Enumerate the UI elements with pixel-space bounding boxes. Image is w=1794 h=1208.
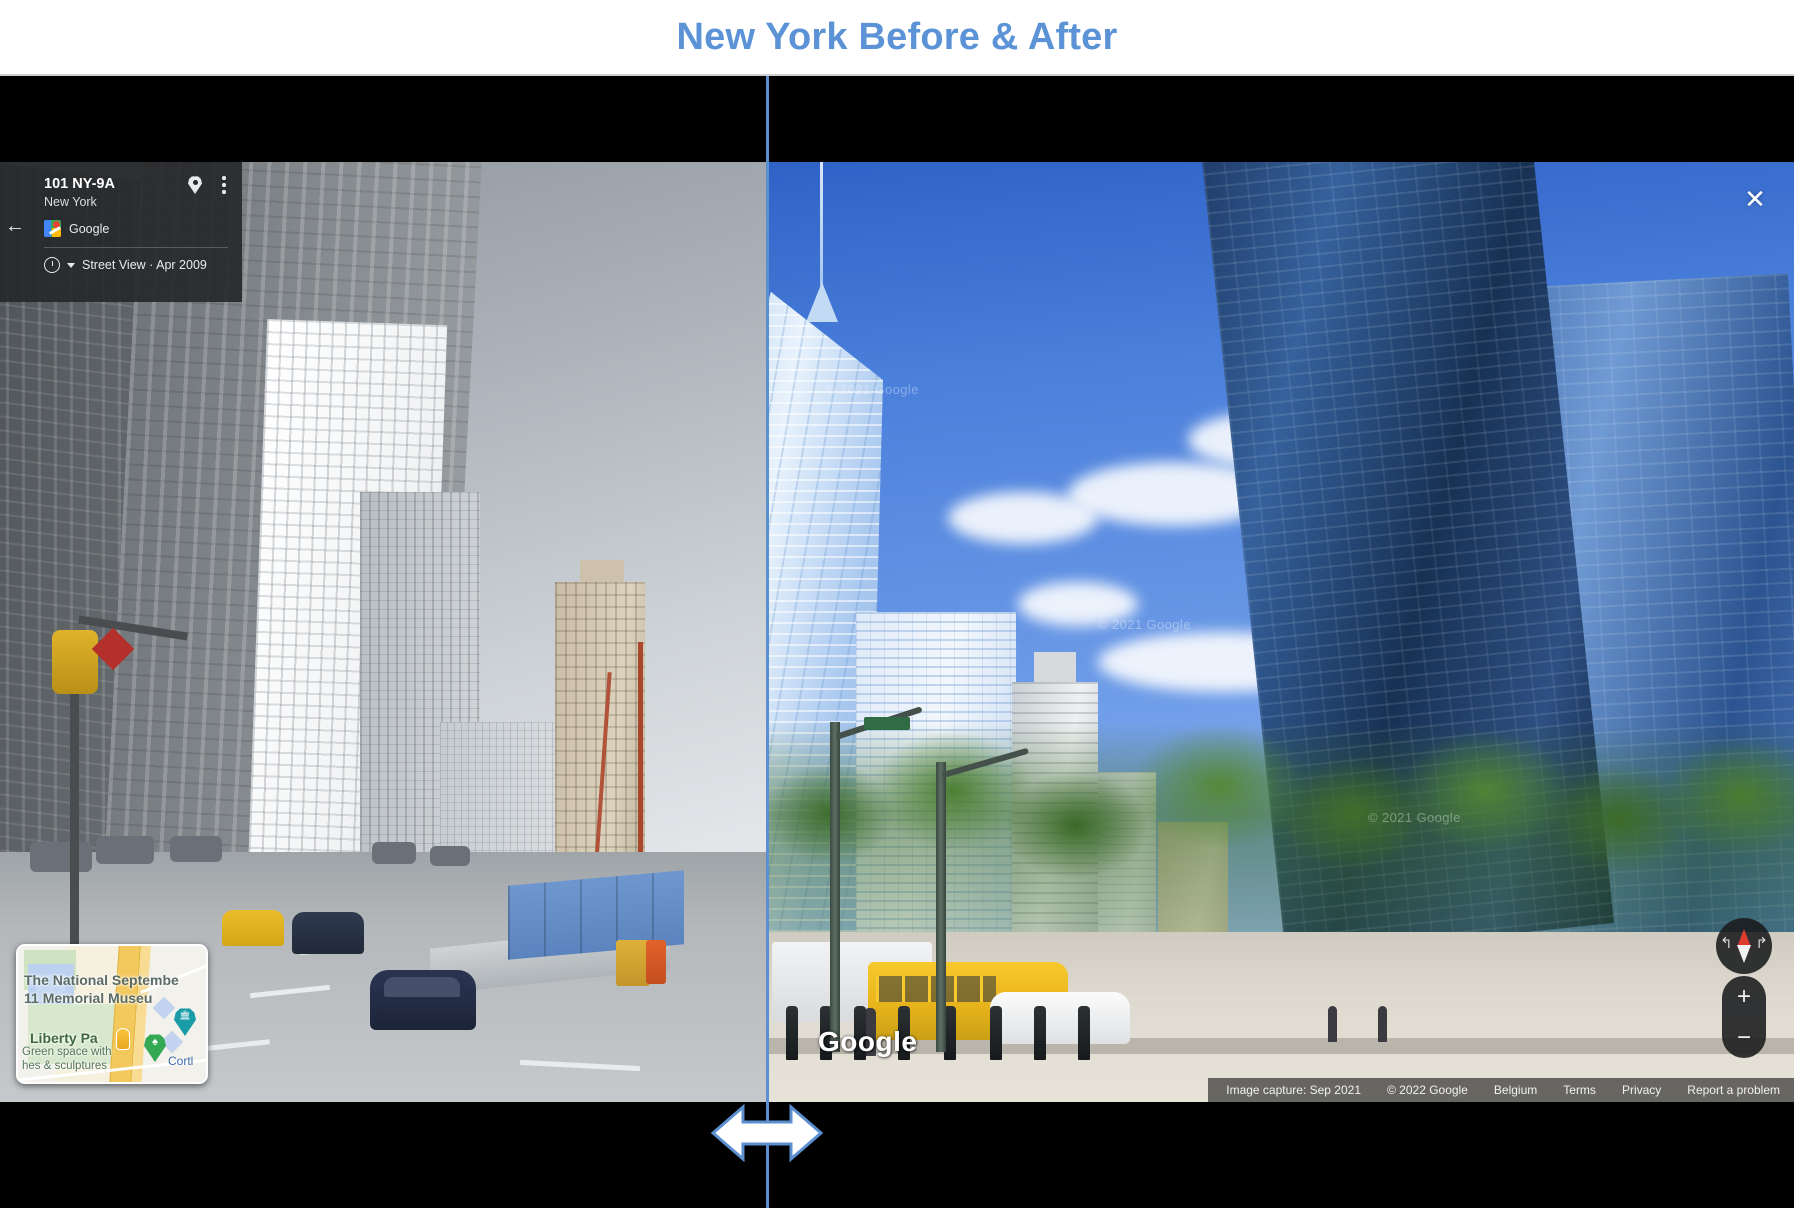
tree-line (768, 722, 1794, 952)
attribution-row: Google (44, 220, 228, 237)
chevron-down-icon[interactable] (67, 262, 75, 268)
google-watermark: Google (818, 1026, 918, 1057)
map-label-liberty-park: Liberty Pa (30, 1030, 98, 1046)
attribution-label: Google (69, 221, 110, 236)
street-name-sign (864, 717, 910, 730)
bollard (1078, 1006, 1090, 1060)
rotate-right-arrow-icon[interactable]: ↱ (1755, 936, 1768, 951)
compass-needle-south (1737, 945, 1751, 963)
rotate-left-arrow-icon[interactable]: ↰ (1720, 936, 1733, 951)
distant-car (372, 842, 416, 864)
pedestrian (1378, 1006, 1387, 1042)
zoom-in-button[interactable]: + (1722, 976, 1766, 1017)
traffic-light (52, 630, 98, 694)
kebab-menu-icon[interactable] (222, 176, 226, 197)
privacy-link[interactable]: Privacy (1622, 1083, 1661, 1097)
bollard (990, 1006, 1002, 1060)
zoom-out-button[interactable]: − (1722, 1017, 1766, 1058)
close-x-icon[interactable]: ✕ (1740, 184, 1770, 214)
yellow-taxi (222, 910, 284, 946)
street-lamp-post (936, 762, 946, 1052)
orange-traffic-drum (646, 940, 666, 984)
compass-icon[interactable]: ↰ ↱ (1716, 918, 1772, 974)
bollard (1034, 1006, 1046, 1060)
location-city: New York (44, 195, 97, 209)
clock-history-icon (44, 257, 60, 273)
copyright-label: © 2022 Google (1387, 1083, 1468, 1097)
street-view-info-card[interactable]: 101 NY-9A New York Google Street View · … (30, 162, 242, 302)
sky-copyright-watermark: © 2021 Google (826, 382, 919, 397)
navy-sedan-near (370, 970, 476, 1030)
sky-copyright-watermark: © 2021 Google (1368, 810, 1461, 825)
after-image-pane[interactable]: © 2021 Google © 2021 Google © 2021 Googl… (768, 76, 1794, 1208)
double-arrow-horizontal-icon (710, 1103, 824, 1163)
capture-date-row[interactable]: Street View · Apr 2009 (44, 257, 228, 273)
map-label-park-description: Green space with hes & sculptures (22, 1046, 112, 1072)
attribution-bar[interactable]: Image capture: Sep 2021 © 2022 Google Be… (1208, 1078, 1794, 1102)
parked-car (96, 836, 154, 864)
map-label-street-name: Cortl (168, 1054, 194, 1068)
terms-link[interactable]: Terms (1563, 1083, 1596, 1097)
before-image-pane[interactable]: ← 101 NY-9A New York Google Street View … (0, 76, 766, 1208)
mini-map[interactable]: The National Septembe 11 Memorial Museu … (16, 944, 208, 1084)
bollard (786, 1006, 798, 1060)
comparison-divider[interactable] (766, 76, 769, 1208)
back-arrow-icon[interactable]: ← (3, 214, 27, 238)
sky-copyright-watermark: © 2021 Google (1098, 617, 1191, 632)
google-maps-logo-icon (44, 220, 61, 237)
map-label-memorial-museum: The National Septembe 11 Memorial Museu (24, 972, 179, 1006)
zoom-controls[interactable]: + − (1722, 976, 1766, 1058)
yellow-construction-drum (616, 940, 650, 986)
before-after-comparison-stage[interactable]: ← 101 NY-9A New York Google Street View … (0, 76, 1794, 1208)
lane-marking (249, 984, 331, 999)
building-cap (1034, 652, 1076, 686)
lane-marking (519, 1059, 641, 1072)
report-problem-link[interactable]: Report a problem (1687, 1083, 1780, 1097)
page-title: New York Before & After (676, 15, 1118, 58)
one-wtc-spire-base (806, 282, 838, 322)
distant-car (430, 846, 470, 866)
street-view-photo-2009[interactable]: ← 101 NY-9A New York Google Street View … (0, 162, 766, 1102)
navy-sedan-far (292, 912, 364, 954)
white-sedan (990, 992, 1130, 1044)
street-view-photo-2021[interactable]: © 2021 Google © 2021 Google © 2021 Googl… (768, 162, 1794, 1102)
image-capture-label: Image capture: Sep 2021 (1226, 1083, 1361, 1097)
pedestrian (1328, 1006, 1337, 1042)
curb (768, 1038, 1794, 1054)
comparison-slider-handle[interactable] (709, 1100, 825, 1166)
capture-date-label: Street View · Apr 2009 (82, 258, 207, 272)
parked-car (170, 836, 222, 862)
page-header: New York Before & After (0, 0, 1794, 76)
street-lamp-post (830, 722, 840, 1052)
card-divider (44, 247, 228, 248)
parked-car (30, 842, 92, 872)
region-label: Belgium (1493, 1083, 1538, 1097)
